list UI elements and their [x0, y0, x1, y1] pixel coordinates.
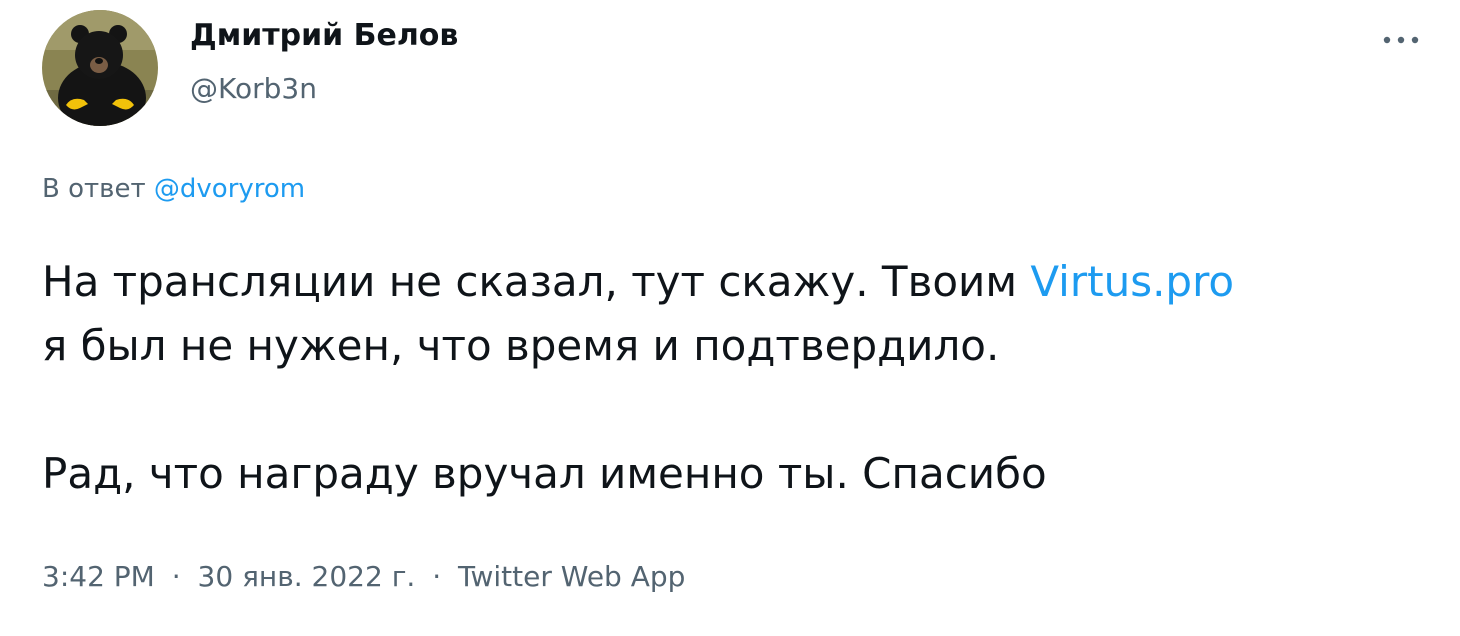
more-options-icon: [1383, 36, 1419, 44]
tweet-card: Дмитрий Белов @Korb3n В ответ @dvoryrom …: [0, 0, 1460, 636]
meta-separator: ·: [171, 560, 181, 593]
tweet-paragraph-1: На трансляции не сказал, тут скажу. Твои…: [42, 250, 1442, 378]
tweet-text-line-1: На трансляции не сказал, тут скажу. Твои…: [42, 257, 1031, 306]
tweet-date[interactable]: 30 янв. 2022 г.: [198, 560, 416, 593]
tweet-source-link[interactable]: Twitter Web App: [458, 560, 685, 593]
tweet-time[interactable]: 3:42 PM: [42, 560, 155, 593]
tweet-paragraph-2: Рад, что награду вручал именно ты. Спаси…: [42, 449, 1047, 498]
more-options-button[interactable]: [1378, 22, 1424, 58]
author-display-name[interactable]: Дмитрий Белов: [190, 18, 458, 53]
tweet-meta: 3:42 PM · 30 янв. 2022 г. · Twitter Web …: [42, 560, 685, 593]
reply-context: В ответ @dvoryrom: [42, 174, 305, 204]
author-handle[interactable]: @Korb3n: [190, 72, 317, 105]
bear-avatar-icon: [42, 10, 158, 126]
reply-mention-link[interactable]: @dvoryrom: [154, 174, 305, 204]
meta-separator: ·: [432, 560, 442, 593]
tweet-text: На трансляции не сказал, тут скажу. Твои…: [42, 250, 1442, 506]
virtus-pro-link[interactable]: Virtus.pro: [1030, 257, 1234, 306]
reply-prefix: В ответ: [42, 174, 146, 204]
author-avatar[interactable]: [42, 10, 158, 126]
tweet-text-line-2: я был не нужен, что время и подтвердило.: [42, 321, 1000, 370]
